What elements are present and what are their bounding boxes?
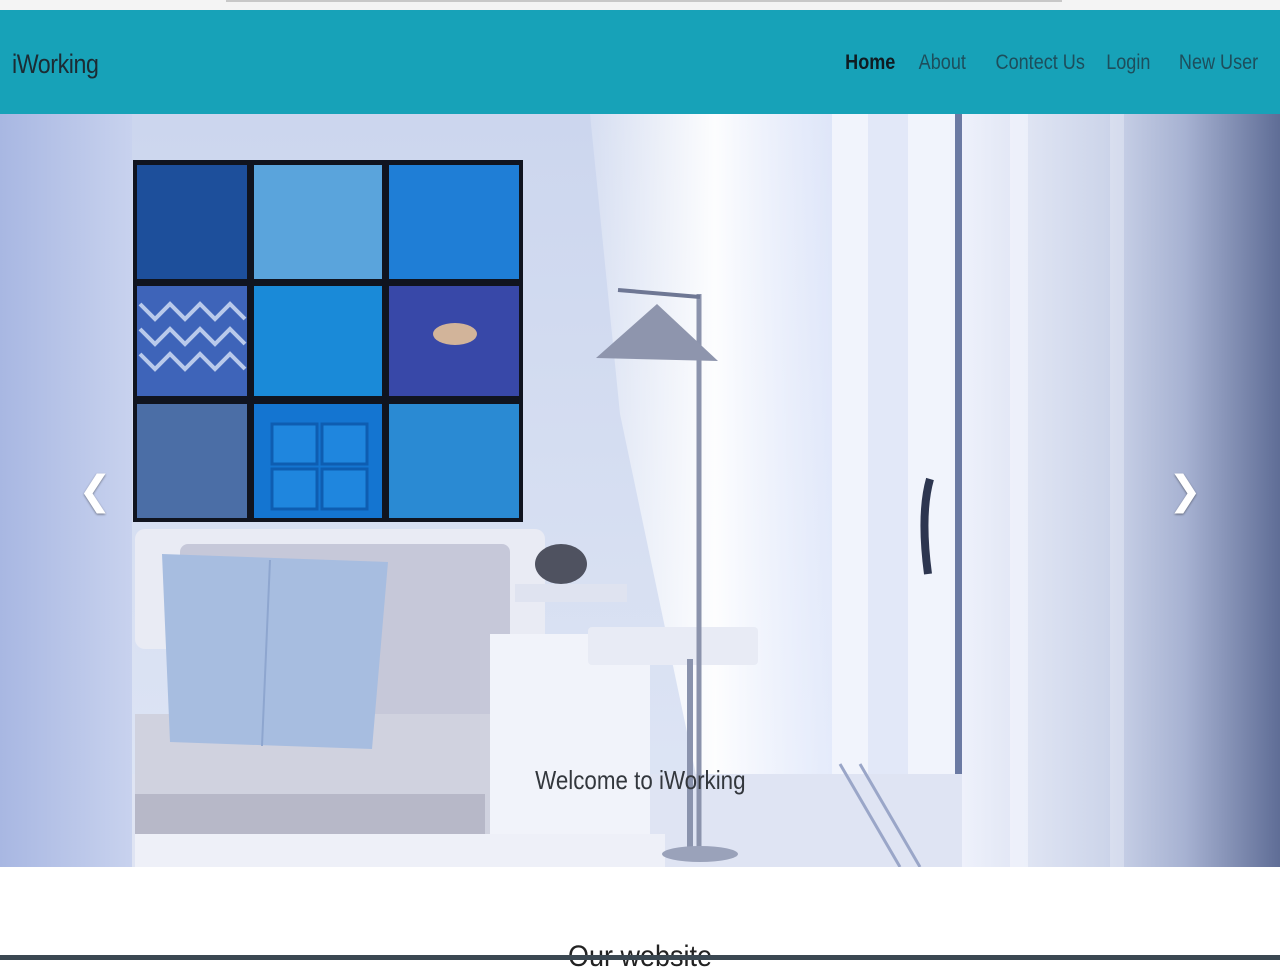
carousel-caption-text: Welcome to iWorking — [534, 765, 746, 795]
chevron-left-icon: ❮ — [78, 467, 112, 514]
navbar: iWorking Home About Contect Us Login New… — [0, 10, 1280, 114]
nav-links: Home About Contect Us Login New User — [822, 51, 1258, 75]
nav-about[interactable]: About — [918, 51, 965, 75]
address-bar[interactable] — [226, 0, 1062, 2]
carousel-caption: Welcome to iWorking — [0, 765, 1280, 796]
nav-home[interactable]: Home — [845, 51, 895, 75]
nav-contact-us[interactable]: Contect Us — [995, 51, 1084, 75]
carousel-prev-button[interactable]: ❮ — [0, 114, 190, 867]
chevron-right-icon: ❯ — [1168, 467, 1202, 514]
brand-logo[interactable]: iWorking — [12, 49, 99, 80]
nav-new-user[interactable]: New User — [1179, 51, 1258, 75]
nav-login[interactable]: Login — [1107, 51, 1151, 75]
living-room-image — [0, 114, 1280, 867]
hero-carousel: ❮ ❯ Welcome to iWorking — [0, 114, 1280, 867]
bottom-edge — [0, 955, 1280, 960]
carousel-next-button[interactable]: ❯ — [1090, 114, 1280, 867]
